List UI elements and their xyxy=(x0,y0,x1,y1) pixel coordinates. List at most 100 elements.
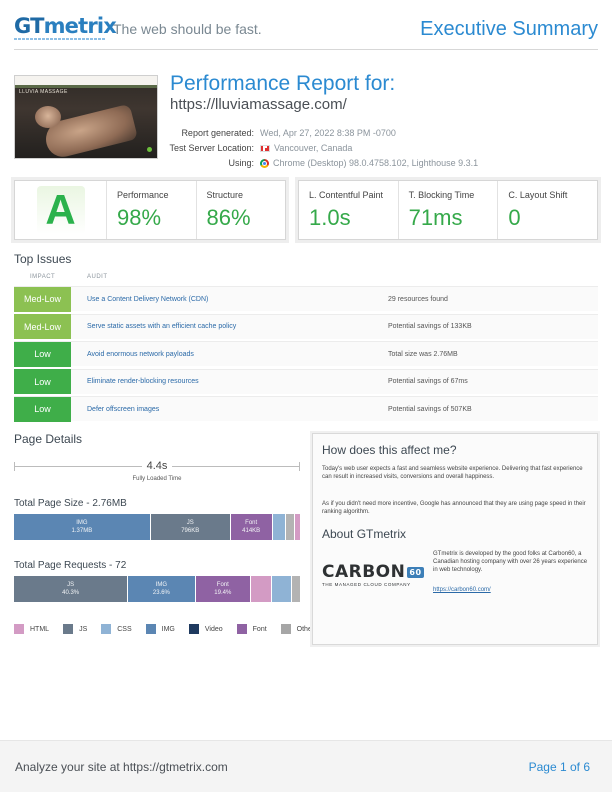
page-size-title: Total Page Size - 2.76MB xyxy=(14,498,127,509)
page-requests-title: Total Page Requests - 72 xyxy=(14,560,127,571)
issue-row: Med-Low Use a Content Delivery Network (C… xyxy=(14,286,598,312)
page-size-segment: JS 796KB xyxy=(150,514,230,540)
audit-note: Total size was 2.76MB xyxy=(388,350,458,358)
legend-swatch xyxy=(236,624,247,634)
page-size-segment xyxy=(295,514,300,540)
resource-legend: HTML JS CSS IMG Video Font Other xyxy=(14,624,328,634)
tbt-label: T. Blocking Time xyxy=(408,190,475,200)
page-requests-segment: JS 40.3% xyxy=(14,576,128,602)
structure-label: Structure xyxy=(206,190,244,200)
lcp-label: L. Contentful Paint xyxy=(309,190,384,200)
meta-label-location: Test Server Location: xyxy=(169,143,254,153)
carbon60-tagline: THE MANAGED CLOUD COMPANY xyxy=(322,582,411,587)
segment-type: Font xyxy=(216,582,229,588)
legend-item: Font xyxy=(236,624,267,634)
about-text: GTmetrix is developed by the good folks … xyxy=(433,551,588,573)
thumb-site-name: LLUVIA MASSAGE xyxy=(19,89,68,95)
performance-value: 98% xyxy=(117,205,162,230)
audit-link[interactable]: Use a Content Delivery Network (CDN) xyxy=(71,296,388,303)
impact-badge: Med-Low xyxy=(14,314,71,339)
report-url[interactable]: https://lluviamassage.com/ xyxy=(170,96,347,113)
lcp-cell: L. Contentful Paint 1.0s xyxy=(299,181,399,239)
fully-loaded-value: 4.4s xyxy=(14,460,300,472)
legend-swatch xyxy=(14,624,24,634)
issue-row: Low Avoid enormous network payloads Total … xyxy=(14,341,598,367)
carbon-60-badge: 60 xyxy=(407,566,424,578)
report-title: Performance Report for: xyxy=(170,72,396,95)
impact-badge: Low xyxy=(14,341,71,367)
tbt-value: 71ms xyxy=(408,205,463,230)
audit-link[interactable]: Serve static assets with an efficient ca… xyxy=(71,323,388,330)
impact-badge: Low xyxy=(14,369,71,394)
logo-gt: GT xyxy=(14,14,44,38)
meta-value-using: Chrome (Desktop) 98.0.4758.102, Lighthou… xyxy=(260,158,478,168)
carbon60-logo: CARBON 60 THE MANAGED CLOUD COMPANY xyxy=(322,562,424,587)
legend-swatch xyxy=(101,624,112,634)
segment-value: 23.6% xyxy=(152,590,170,596)
browser-text: Chrome (Desktop) 98.0.4758.102, Lighthou… xyxy=(273,158,479,168)
segment-value: 19.4% xyxy=(214,590,232,596)
page-size-segment xyxy=(286,514,295,540)
grade-letter: A xyxy=(36,186,85,234)
page-requests-segment xyxy=(251,576,271,602)
thumb-nav xyxy=(15,85,157,88)
legend-label: Font xyxy=(252,625,267,633)
legend-item: HTML xyxy=(14,624,49,634)
issue-row: Med-Low Serve static assets with an effic… xyxy=(14,313,598,339)
fully-loaded-label: Fully Loaded Time xyxy=(132,476,182,482)
legend-item: CSS xyxy=(101,624,132,634)
segment-value: 40.3% xyxy=(62,590,80,596)
audit-note: Potential savings of 507KB xyxy=(388,405,472,413)
about-title: About GTmetrix xyxy=(322,527,407,541)
legend-label: Video xyxy=(204,625,223,633)
thumb-photo-face xyxy=(35,106,61,128)
legend-label: IMG xyxy=(161,625,175,633)
top-issues-title: Top Issues xyxy=(14,252,72,266)
audit-column-header: AUDIT xyxy=(87,274,108,280)
page-size-segment: Font 414KB xyxy=(230,514,272,540)
audit-link[interactable]: Defer offscreen images xyxy=(71,406,388,413)
page-requests-segment: Font 19.4% xyxy=(195,576,251,602)
page-requests-segment xyxy=(292,576,300,602)
segment-type: IMG xyxy=(76,520,88,526)
performance-label: Performance xyxy=(117,190,169,200)
audit-note: Potential savings of 133KB xyxy=(388,323,472,330)
logo-metrix: metrix xyxy=(43,14,117,38)
grade-cell: A xyxy=(15,181,107,239)
impact-column-header: IMPACT xyxy=(30,274,56,280)
affect-paragraph-2: As if you didn't need more incentive, Go… xyxy=(322,501,586,515)
page-size-segment xyxy=(272,514,286,540)
page-requests-segment: IMG 23.6% xyxy=(128,576,195,602)
legend-label: JS xyxy=(79,625,88,633)
segment-type: JS xyxy=(67,582,75,588)
gtmetrix-grade-box: A Performance 98% Structure 86% xyxy=(14,180,286,240)
carbon60-link[interactable]: https://carbon60.com/ xyxy=(433,587,491,593)
legend-swatch xyxy=(63,624,74,634)
page-size-bar: IMG 1.37MB JS 796KB Font 414KB xyxy=(14,514,300,540)
segment-value: 796KB xyxy=(181,528,200,534)
page-requests-segment xyxy=(271,576,292,602)
legend-swatch xyxy=(280,624,291,634)
page-requests-bar: JS 40.3% IMG 23.6% Font 19.4% xyxy=(14,576,300,602)
legend-label: HTML xyxy=(30,625,50,633)
issue-row: Low Defer offscreen images Potential savin… xyxy=(14,396,598,422)
segment-type: Font xyxy=(245,520,258,526)
canada-flag-icon xyxy=(260,144,270,152)
audit-link[interactable]: Eliminate render-blocking resources xyxy=(71,378,388,385)
audit-link[interactable]: Avoid enormous network payloads xyxy=(71,351,388,358)
structure-value: 86% xyxy=(206,205,251,230)
meta-label-generated: Report generated: xyxy=(181,128,254,138)
info-panel: How does this affect me? Today's web use… xyxy=(312,433,598,645)
legend-swatch xyxy=(145,624,156,634)
page-number: Page 1 of 6 xyxy=(528,760,590,774)
tagline: The web should be fast. xyxy=(113,21,262,37)
generated-date: Wed, Apr 27, 2022 8:38 PM -0700 xyxy=(260,128,396,138)
meta-value-location: Vancouver, Canada xyxy=(260,143,352,153)
carbon60-wordmark: CARBON 60 xyxy=(322,562,424,582)
meta-label-using: Using: xyxy=(228,158,254,168)
footer-analyze-text[interactable]: Analyze your site at https://gtmetrix.co… xyxy=(15,760,228,774)
fully-loaded-time: 4.4s xyxy=(141,460,173,472)
impact-badge: Med-Low xyxy=(14,286,71,312)
page-size-segment: IMG 1.37MB xyxy=(14,514,150,540)
segment-type: JS xyxy=(186,520,194,526)
